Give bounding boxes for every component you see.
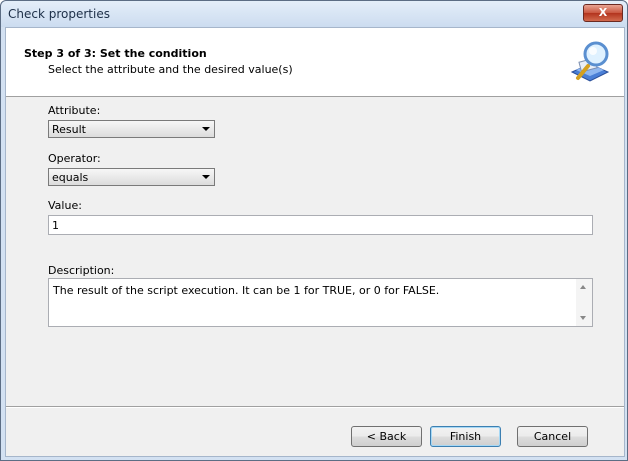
footer-divider [6, 406, 624, 408]
description-scrollbar[interactable] [576, 279, 592, 326]
finish-button[interactable]: Finish [430, 426, 501, 447]
dialog-body: Step 3 of 3: Set the condition Select th… [5, 27, 625, 457]
operator-label: Operator: [48, 152, 101, 165]
description-label: Description: [48, 264, 115, 277]
operator-combo[interactable]: equals [48, 168, 215, 186]
close-button[interactable]: X [583, 4, 623, 22]
chevron-down-icon [202, 127, 210, 131]
value-label: Value: [48, 199, 82, 212]
attribute-value: Result [52, 123, 86, 136]
value-text: 1 [52, 219, 59, 232]
wizard-header: Step 3 of 3: Set the condition Select th… [6, 28, 624, 97]
attribute-label: Attribute: [48, 104, 101, 117]
chevron-down-icon [202, 175, 210, 179]
title-bar[interactable]: Check properties X [1, 1, 627, 27]
scroll-down-icon[interactable] [580, 316, 586, 320]
attribute-combo[interactable]: Result [48, 120, 215, 138]
window-title: Check properties [8, 7, 110, 21]
operator-value: equals [52, 171, 89, 184]
magnifier-wizard-icon [570, 41, 610, 82]
value-field[interactable]: 1 [48, 215, 593, 235]
description-text: The result of the script execution. It c… [53, 284, 440, 297]
step-title: Step 3 of 3: Set the condition [24, 47, 207, 60]
dialog-window: Check properties X Step 3 of 3: Set the … [0, 0, 628, 461]
description-box[interactable]: The result of the script execution. It c… [48, 278, 593, 327]
back-button[interactable]: < Back [351, 426, 422, 447]
step-subtitle: Select the attribute and the desired val… [48, 63, 293, 76]
cancel-button[interactable]: Cancel [517, 426, 588, 447]
scroll-up-icon[interactable] [580, 285, 586, 289]
